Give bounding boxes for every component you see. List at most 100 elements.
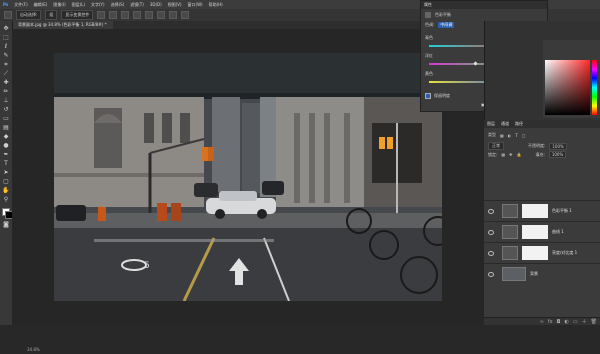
filter-type-icon[interactable]: T bbox=[515, 133, 517, 138]
filter-pixel-icon[interactable]: ▦ bbox=[500, 133, 504, 138]
menu-type[interactable]: 文字(Y) bbox=[88, 2, 108, 8]
fill-input[interactable]: 100% bbox=[548, 151, 567, 158]
ps-logo[interactable]: Ps bbox=[0, 2, 11, 7]
blend-row: 正常 不透明度: 100% bbox=[488, 142, 567, 150]
eraser-tool-icon[interactable]: ▭ bbox=[2, 115, 10, 122]
menu-select[interactable]: 选择(S) bbox=[108, 2, 128, 8]
layer-row[interactable]: 色彩平衡 1 bbox=[484, 200, 600, 221]
layer-row[interactable]: 曲线 1 bbox=[484, 221, 600, 242]
status-bar: 34.8% bbox=[24, 347, 499, 354]
document-tab[interactable]: 背景副本.jpg @ 34.8% (色彩平衡 1, RGB/8#) * bbox=[12, 21, 113, 29]
visibility-eye-icon[interactable] bbox=[488, 229, 494, 235]
lock-pixels-icon[interactable]: ▦ bbox=[501, 152, 505, 157]
visibility-eye-icon[interactable] bbox=[488, 250, 494, 256]
marquee-tool-icon[interactable]: ⬚ bbox=[2, 34, 10, 41]
layer-name: 背景 bbox=[530, 271, 538, 276]
fx-icon[interactable]: fx bbox=[548, 319, 553, 325]
clone-stamp-tool-icon[interactable]: ⊥ bbox=[2, 97, 10, 104]
lock-row: 锁定: ▦ ✥ 🔒 填充: 100% bbox=[488, 151, 567, 158]
tab-paths[interactable]: 路径 bbox=[515, 121, 523, 127]
visibility-eye-icon[interactable] bbox=[488, 271, 494, 277]
blend-mode-select[interactable]: 正常 bbox=[488, 142, 504, 150]
gradient-tool-icon[interactable]: ▤ bbox=[2, 124, 10, 131]
3d-mode-icon[interactable] bbox=[181, 11, 190, 19]
balance-icon bbox=[502, 204, 518, 218]
quick-mask-icon[interactable]: ◙ bbox=[2, 221, 10, 228]
align-bottom-icon[interactable] bbox=[121, 11, 130, 19]
street-photo: 5 bbox=[54, 53, 442, 301]
layer-name: 曲线 1 bbox=[552, 229, 564, 234]
lasso-tool-icon[interactable]: ℓ bbox=[2, 43, 10, 50]
layer-row[interactable]: 亮度/对比度 1 bbox=[484, 242, 600, 263]
move-tool-icon[interactable] bbox=[4, 11, 12, 19]
document-canvas[interactable]: 5 bbox=[54, 53, 442, 301]
lock-label: 锁定: bbox=[488, 151, 498, 157]
preserve-row: 保留明度 bbox=[425, 93, 450, 99]
new-layer-icon[interactable]: ＋ bbox=[582, 318, 587, 325]
pen-tool-icon[interactable]: ✒ bbox=[2, 151, 10, 158]
healing-brush-tool-icon[interactable]: ✚ bbox=[2, 79, 10, 86]
distribute-icon[interactable] bbox=[169, 11, 178, 19]
layer-name: 色彩平衡 1 bbox=[552, 208, 572, 213]
zoom-tool-icon[interactable]: ⚲ bbox=[2, 196, 10, 203]
visibility-eye-icon[interactable] bbox=[488, 208, 494, 214]
menu-file[interactable]: 文件(F) bbox=[11, 2, 30, 8]
show-transform-checkbox[interactable]: 显示变换控件 bbox=[61, 10, 94, 20]
shape-tool-icon[interactable]: ▢ bbox=[2, 178, 10, 185]
align-middle-icon[interactable] bbox=[109, 11, 118, 19]
move-tool-icon[interactable]: ✥ bbox=[2, 25, 10, 32]
layer-kind-filter[interactable]: 类型 bbox=[488, 132, 496, 138]
filter-adjust-icon[interactable]: ◐ bbox=[508, 133, 512, 138]
hand-tool-icon[interactable]: ✋ bbox=[2, 187, 10, 194]
menu-help[interactable]: 帮助(H) bbox=[206, 2, 226, 8]
menu-filter[interactable]: 滤镜(T) bbox=[127, 2, 147, 8]
blur-tool-icon[interactable]: ◆ bbox=[2, 133, 10, 140]
new-group-icon[interactable]: ▭ bbox=[573, 319, 578, 325]
color-picker-field[interactable] bbox=[545, 60, 590, 115]
align-right-icon[interactable] bbox=[157, 11, 166, 19]
layer-mask-thumbnail[interactable] bbox=[522, 246, 548, 260]
align-left-icon[interactable] bbox=[133, 11, 142, 19]
tab-channels[interactable]: 通道 bbox=[501, 121, 509, 127]
dodge-tool-icon[interactable]: ● bbox=[2, 142, 10, 149]
history-brush-tool-icon[interactable]: ↺ bbox=[2, 106, 10, 113]
path-select-tool-icon[interactable]: ➤ bbox=[2, 169, 10, 176]
filter-shape-icon[interactable]: ▢ bbox=[522, 133, 526, 138]
svg-text:5: 5 bbox=[144, 261, 150, 271]
eyedropper-tool-icon[interactable]: ⟋ bbox=[2, 70, 10, 77]
layer-row[interactable]: 背景 bbox=[484, 263, 600, 284]
crop-tool-icon[interactable]: ⌗ bbox=[2, 61, 10, 68]
menu-view[interactable]: 视图(V) bbox=[165, 2, 185, 8]
layer-mask-thumbnail[interactable] bbox=[522, 204, 548, 218]
brush-tool-icon[interactable]: ✏ bbox=[2, 88, 10, 95]
canvas-area: 5 34.8% bbox=[12, 29, 484, 352]
layer-mask-thumbnail[interactable] bbox=[522, 225, 548, 239]
hue-slider[interactable] bbox=[592, 60, 597, 115]
menu-layer[interactable]: 图层(L) bbox=[69, 2, 88, 8]
menu-edit[interactable]: 编辑(E) bbox=[31, 2, 51, 8]
new-adjustment-icon[interactable]: ◐ bbox=[565, 319, 569, 325]
layers-panel: 图层 通道 路径 类型 ▦ ◐ T ▢ 正常 不透明度: 100% 锁定: ▦ … bbox=[484, 120, 600, 325]
delete-layer-icon[interactable]: 🗑 bbox=[591, 319, 597, 325]
menu-3d[interactable]: 3D(D) bbox=[147, 2, 165, 7]
tone-label: 色调: bbox=[425, 22, 435, 27]
opacity-input[interactable]: 100% bbox=[549, 142, 567, 150]
quick-select-tool-icon[interactable]: ✎ bbox=[2, 52, 10, 59]
adjustment-name: 色彩平衡 bbox=[435, 12, 451, 17]
lock-all-icon[interactable]: 🔒 bbox=[517, 152, 522, 157]
link-layers-icon[interactable]: ∞ bbox=[540, 319, 544, 325]
menu-window[interactable]: 窗口(W) bbox=[185, 2, 206, 8]
tab-layers[interactable]: 图层 bbox=[487, 121, 495, 127]
type-tool-icon[interactable]: T bbox=[2, 160, 10, 167]
auto-select-checkbox[interactable]: 自动选择: bbox=[16, 10, 42, 20]
menu-image[interactable]: 图像(I) bbox=[50, 2, 68, 8]
tone-dropdown[interactable]: 中间调 bbox=[438, 22, 455, 28]
preserve-checkbox[interactable] bbox=[425, 93, 431, 99]
zoom-level[interactable]: 34.8% bbox=[27, 347, 40, 352]
auto-select-target[interactable]: 组 bbox=[45, 10, 58, 20]
layer-filter-row: 类型 ▦ ◐ T ▢ bbox=[488, 132, 526, 138]
lock-position-icon[interactable]: ✥ bbox=[509, 152, 512, 157]
align-top-icon[interactable] bbox=[97, 11, 106, 19]
align-center-icon[interactable] bbox=[145, 11, 154, 19]
add-mask-icon[interactable]: ◘ bbox=[557, 319, 561, 325]
